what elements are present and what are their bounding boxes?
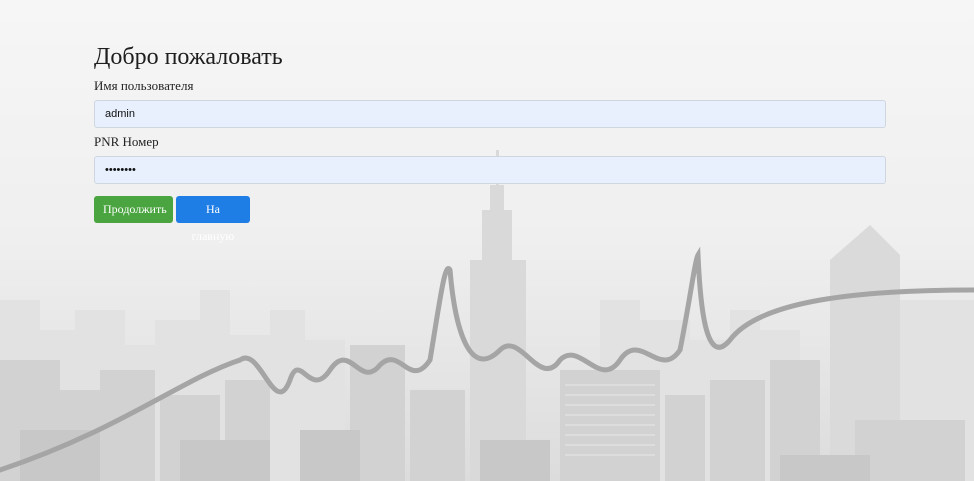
continue-button[interactable]: Продолжить (94, 196, 173, 223)
login-form: Добро пожаловать Имя пользователя admin … (94, 42, 886, 243)
page-title: Добро пожаловать (94, 44, 283, 70)
home-button[interactable]: На главную (176, 196, 250, 243)
pnr-label: PNR Номер (94, 134, 159, 149)
button-row: Продолжить На главную (94, 196, 886, 243)
username-input[interactable]: admin (94, 100, 886, 128)
pnr-input[interactable]: •••••••• (94, 156, 886, 184)
username-label: Имя пользователя (94, 78, 194, 93)
